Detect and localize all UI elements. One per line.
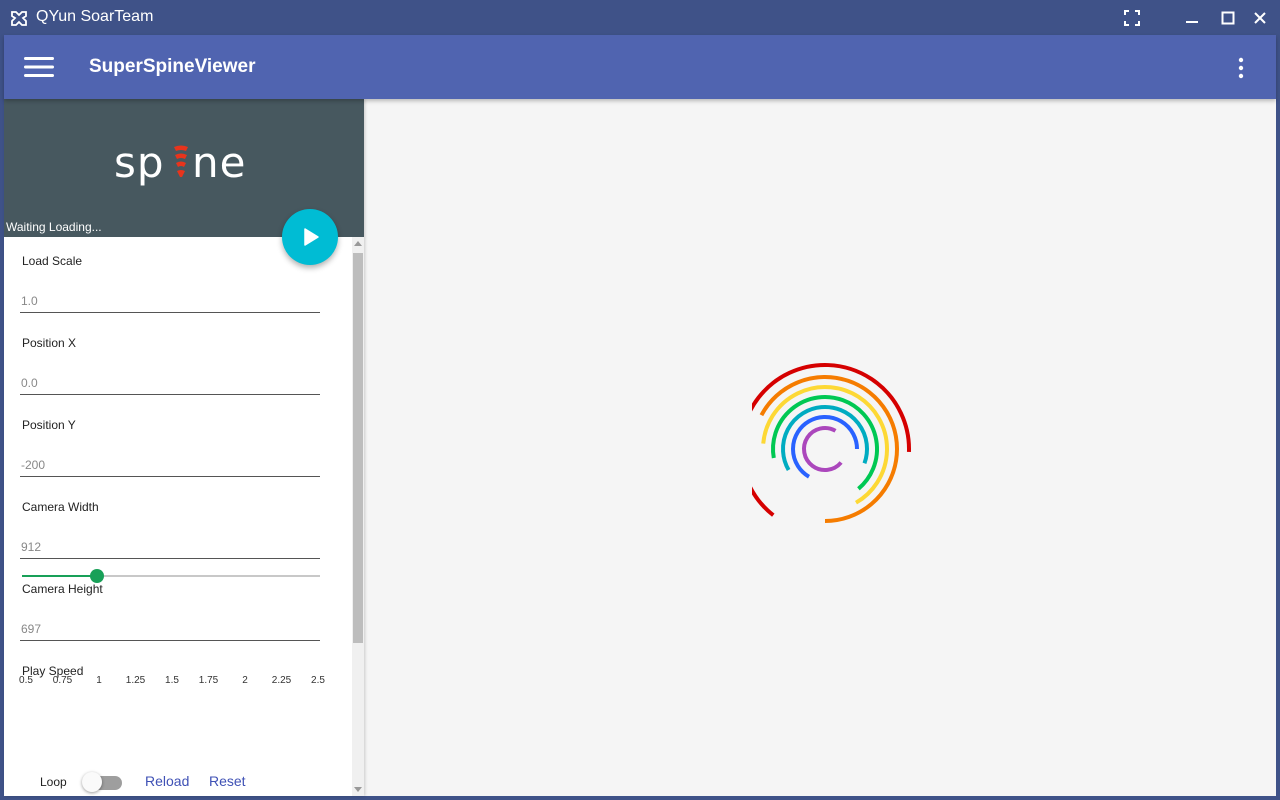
panel-scrollbar[interactable]	[352, 237, 364, 796]
loading-spinner-icon	[752, 363, 911, 523]
slider-tick-label: 2.25	[271, 675, 292, 686]
loop-toggle[interactable]	[82, 771, 124, 793]
minimize-button[interactable]	[1174, 0, 1210, 35]
settings-form: Load Scale Position X Position Y Camera …	[4, 237, 352, 796]
close-icon	[1254, 11, 1266, 24]
slider-thumb[interactable]	[89, 569, 104, 583]
menu-button[interactable]	[20, 51, 58, 83]
play-icon	[304, 228, 319, 246]
load-scale-label: Load Scale	[22, 254, 83, 268]
spinner-ring	[771, 395, 879, 491]
position-y-input[interactable]	[20, 453, 320, 477]
slider-tick-label: 1.5	[165, 675, 179, 686]
fullscreen-button[interactable]	[1114, 0, 1150, 35]
fullscreen-icon	[1124, 9, 1140, 26]
svg-text:sp: sp	[114, 138, 165, 187]
window-titlebar: QYun SoarTeam	[0, 0, 1280, 35]
slider-tick-label: 1	[96, 675, 102, 686]
slider-fill	[22, 575, 97, 577]
toggle-knob	[82, 772, 102, 792]
play-button[interactable]	[282, 209, 338, 265]
hamburger-menu-icon	[24, 57, 54, 77]
maximize-button[interactable]	[1210, 0, 1246, 35]
camera-height-input[interactable]	[20, 617, 320, 641]
svg-text:ne: ne	[192, 138, 246, 187]
scroll-up-arrow-icon[interactable]	[354, 241, 362, 246]
position-x-input[interactable]	[20, 371, 320, 395]
app-icon	[11, 11, 27, 26]
reset-button[interactable]: Reset	[209, 773, 246, 789]
app-toolbar: SuperSpineViewer	[4, 35, 1276, 99]
reload-button[interactable]: Reload	[145, 773, 189, 789]
minimize-icon	[1186, 20, 1198, 23]
camera-width-label: Camera Width	[22, 500, 99, 514]
slider-tick-label: 2	[242, 675, 248, 686]
close-button[interactable]	[1242, 0, 1278, 35]
play-speed-slider[interactable]	[22, 567, 322, 587]
position-y-label: Position Y	[22, 418, 76, 432]
side-panel: sp ne Waiting Loading... Load Scale Posi…	[4, 99, 364, 796]
spine-logo: sp ne	[114, 138, 246, 187]
slider-tick-label: 1.75	[198, 675, 219, 686]
slider-tick-label: 0.75	[52, 675, 73, 686]
slider-tick-label: 0.5	[19, 675, 33, 686]
window-title: QYun SoarTeam	[36, 8, 154, 25]
main-area: sp ne Waiting Loading... Load Scale Posi…	[4, 99, 1276, 796]
loading-status: Waiting Loading...	[6, 220, 102, 234]
app-title: SuperSpineViewer	[89, 56, 256, 77]
more-options-button[interactable]	[1226, 53, 1256, 83]
scroll-down-arrow-icon[interactable]	[354, 787, 362, 792]
maximize-icon	[1221, 11, 1235, 24]
position-x-label: Position X	[22, 336, 77, 350]
spinner-ring	[802, 426, 843, 472]
spine-logo-mark	[174, 145, 188, 177]
camera-width-input[interactable]	[20, 535, 320, 559]
more-vertical-icon	[1238, 57, 1244, 79]
load-scale-input[interactable]	[20, 289, 320, 313]
loop-label: Loop	[40, 775, 67, 789]
slider-tick-label: 2.5	[311, 675, 325, 686]
slider-tick-label: 1.25	[125, 675, 146, 686]
scrollbar-thumb[interactable]	[353, 253, 363, 643]
